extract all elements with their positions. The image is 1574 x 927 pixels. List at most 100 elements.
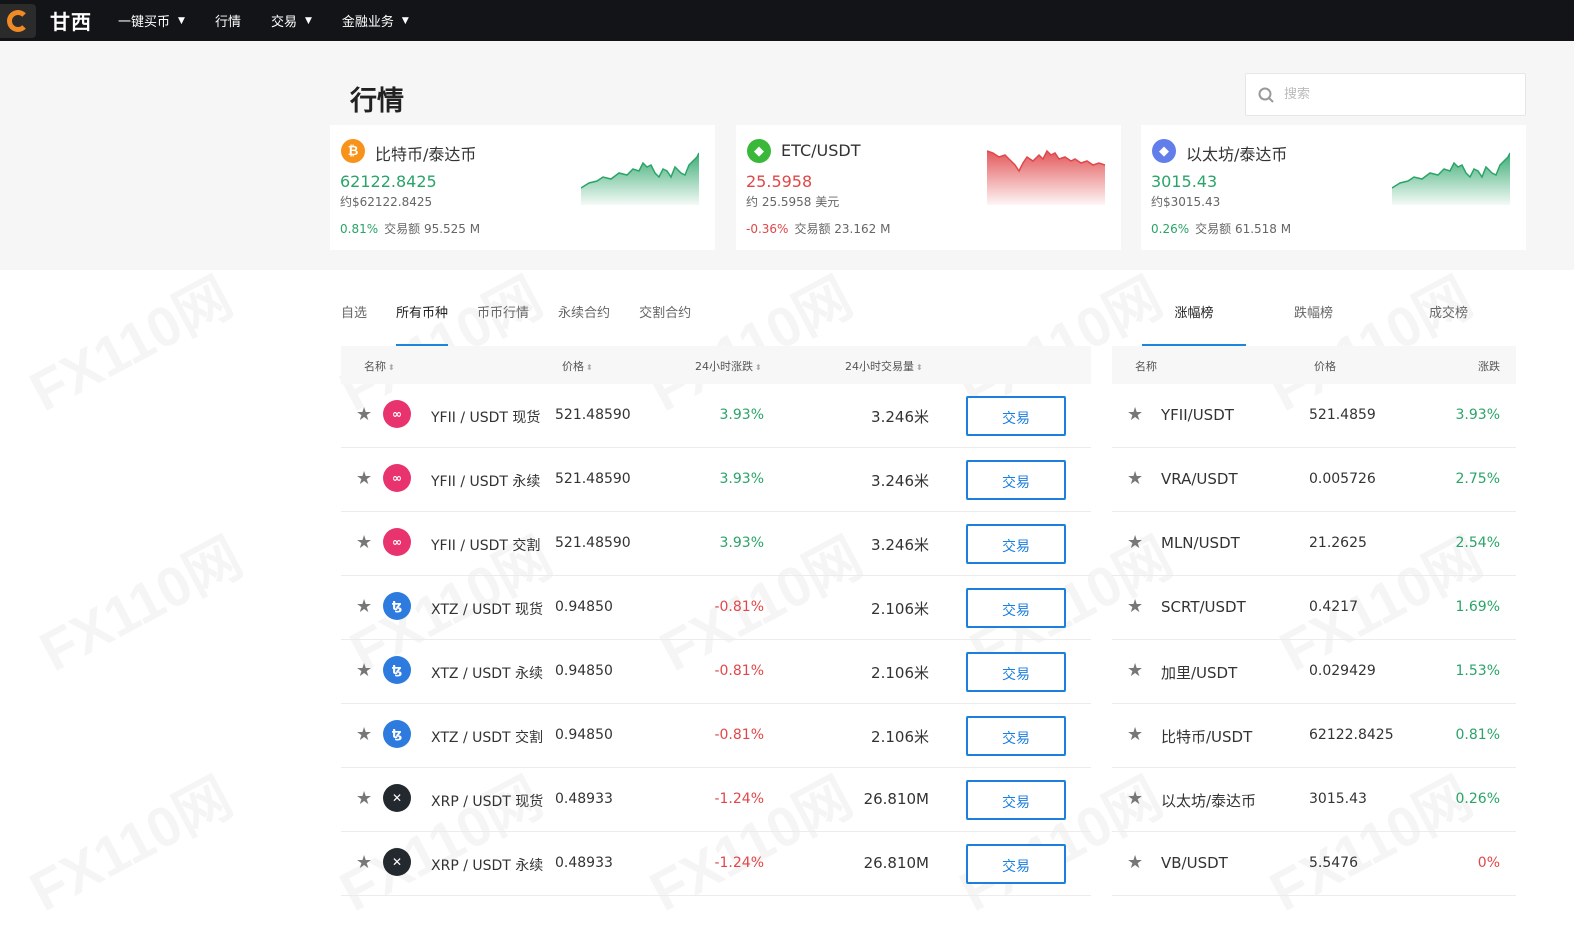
ticker-card[interactable]: ◆ ETC/USDT 25.5958 约 25.5958 美元 -0.36% 交易额 23… [736,125,1121,250]
pair-price: 0.48933 [555,855,613,871]
star-icon[interactable]: ★ [356,596,372,617]
trade-button[interactable]: 交易 [966,524,1066,564]
table-row[interactable]: ★ ∞ YFII / USDT 现货 521.48590 3.93% 3.246米 交易 [341,384,1091,448]
pair-change: 1.69% [1455,599,1500,615]
table-row[interactable]: ★ ✕ XRP / USDT 永续 0.48933 -1.24% 26.810M 交易 [341,832,1091,896]
nav-label: 金融业务 [341,15,394,30]
search-input[interactable] [1284,87,1504,102]
ranking-row[interactable]: ★ 以太坊/泰达币 3015.43 0.26% [1112,768,1516,832]
ticker-card[interactable]: ₿ 比特币/泰达币 62122.8425 约$62122.8425 0.81% 交易额 9… [330,125,715,250]
nav-item-buy-crypto[interactable]: 一键买币 ▼ [118,11,185,30]
tab-losers[interactable]: 跌幅榜 [1246,302,1381,335]
ranking-row[interactable]: ★ MLN/USDT 21.2625 2.54% [1112,512,1516,576]
nav-item-finance[interactable]: 金融业务 ▼ [342,11,409,30]
pair-name[interactable]: VRA/USDT [1161,470,1238,488]
tab-gainers[interactable]: 涨幅榜 [1142,302,1246,347]
pair-name[interactable]: YFII/USDT [1161,406,1234,424]
star-icon[interactable]: ★ [1127,852,1143,873]
pair-name[interactable]: 加里/USDT [1161,662,1237,683]
ticker-name: ETC/USDT [781,141,861,160]
trade-button[interactable]: 交易 [966,716,1066,756]
pair-name[interactable]: XRP / USDT 永续 [431,855,543,875]
pair-name[interactable]: 比特币/USDT [1161,726,1252,747]
tab-favorites[interactable]: 自选 [341,302,367,335]
ticker-meta: 0.26% 交易额 61.518 M [1151,220,1291,237]
sparkline-chart [987,149,1105,205]
ranking-row[interactable]: ★ 比特币/USDT 62122.8425 0.81% [1112,704,1516,768]
xtz-coin-icon: ꜩ [383,720,411,748]
nav-item-market[interactable]: 行情 [215,11,241,30]
tab-perpetual[interactable]: 永续合约 [558,302,610,335]
star-icon[interactable]: ★ [356,788,372,809]
xrp-coin-icon: ✕ [383,848,411,876]
trade-button[interactable]: 交易 [966,396,1066,436]
ranking-row[interactable]: ★ YFII/USDT 521.4859 3.93% [1112,384,1516,448]
pair-name[interactable]: MLN/USDT [1161,534,1240,552]
col-price[interactable]: 价格 ⬍ [562,358,593,374]
ticker-card[interactable]: ◆ 以太坊/泰达币 3015.43 约$3015.43 0.26% 交易额 61.518 … [1141,125,1526,250]
star-icon[interactable]: ★ [1127,660,1143,681]
pair-name[interactable]: YFII / USDT 永续 [431,471,540,491]
ticker-name: 以太坊/泰达币 [1186,145,1288,164]
trade-button[interactable]: 交易 [966,844,1066,884]
sort-icon: ⬍ [388,363,395,372]
tab-volume[interactable]: 成交榜 [1381,302,1516,335]
chevron-down-icon: ▼ [304,15,312,26]
table-row[interactable]: ★ ꜩ XTZ / USDT 交割 0.94850 -0.81% 2.106米 交易 [341,704,1091,768]
table-row[interactable]: ★ ∞ YFII / USDT 永续 521.48590 3.93% 3.246米 交易 [341,448,1091,512]
table-row[interactable]: ★ ✕ XRP / USDT 现货 0.48933 -1.24% 26.810M 交易 [341,768,1091,832]
tab-delivery[interactable]: 交割合约 [639,302,691,335]
pair-change: 3.93% [719,407,764,423]
ranking-row[interactable]: ★ VB/USDT 5.5476 0% [1112,832,1516,896]
ticker-volume: 交易额 23.162 M [794,222,891,236]
table-row[interactable]: ★ ꜩ XTZ / USDT 永续 0.94850 -0.81% 2.106米 交易 [341,640,1091,704]
tab-all-coins[interactable]: 所有币种 [396,302,449,347]
star-icon[interactable]: ★ [1127,788,1143,809]
star-icon[interactable]: ★ [356,468,372,489]
pair-name[interactable]: VB/USDT [1161,854,1228,872]
trade-button[interactable]: 交易 [966,652,1066,692]
pair-volume: 2.106米 [871,728,929,746]
star-icon[interactable]: ★ [1127,404,1143,425]
star-icon[interactable]: ★ [356,852,372,873]
star-icon[interactable]: ★ [356,532,372,553]
pair-name[interactable]: XRP / USDT 现货 [431,791,543,811]
brand-name[interactable]: 甘西 [50,6,92,35]
pair-name[interactable]: XTZ / USDT 交割 [431,727,543,747]
ranking-row[interactable]: ★ VRA/USDT 0.005726 2.75% [1112,448,1516,512]
star-icon[interactable]: ★ [1127,724,1143,745]
star-icon[interactable]: ★ [1127,596,1143,617]
pair-name[interactable]: YFII / USDT 现货 [431,407,540,427]
star-icon[interactable]: ★ [1127,532,1143,553]
trade-button[interactable]: 交易 [966,460,1066,500]
pair-name[interactable]: XTZ / USDT 现货 [431,599,543,619]
pair-name[interactable]: YFII / USDT 交割 [431,535,540,555]
trade-button[interactable]: 交易 [966,588,1066,628]
search-icon [1258,87,1274,103]
table-row[interactable]: ★ ∞ YFII / USDT 交割 521.48590 3.93% 3.246米 交易 [341,512,1091,576]
pair-price: 521.48590 [555,471,631,487]
star-icon[interactable]: ★ [1127,468,1143,489]
star-icon[interactable]: ★ [356,404,372,425]
pair-name[interactable]: XTZ / USDT 永续 [431,663,543,683]
trade-button[interactable]: 交易 [966,780,1066,820]
search-box[interactable] [1245,73,1526,116]
pair-price: 0.029429 [1309,663,1376,679]
tab-spot[interactable]: 币币行情 [477,302,529,335]
nav-item-trade[interactable]: 交易 ▼ [271,11,312,30]
logo-icon[interactable] [0,3,36,38]
star-icon[interactable]: ★ [356,724,372,745]
ranking-row[interactable]: ★ 加里/USDT 0.029429 1.53% [1112,640,1516,704]
table-row[interactable]: ★ ꜩ XTZ / USDT 现货 0.94850 -0.81% 2.106米 交易 [341,576,1091,640]
col-name[interactable]: 名称 ⬍ [364,358,395,374]
pair-name[interactable]: SCRT/USDT [1161,598,1246,616]
col-change[interactable]: 24小时涨跌 ⬍ [695,358,762,374]
ranking-table-header: 名称 价格 涨跌 [1112,346,1516,384]
top-navbar: 甘西 一键买币 ▼ 行情 交易 ▼ 金融业务 ▼ [0,0,1574,41]
xtz-coin-icon: ꜩ [383,656,411,684]
star-icon[interactable]: ★ [356,660,372,681]
col-volume[interactable]: 24小时交易量 ⬍ [845,358,923,374]
ranking-row[interactable]: ★ SCRT/USDT 0.4217 1.69% [1112,576,1516,640]
coin-icon: ◆ [1152,139,1176,163]
pair-name[interactable]: 以太坊/泰达币 [1161,790,1256,811]
